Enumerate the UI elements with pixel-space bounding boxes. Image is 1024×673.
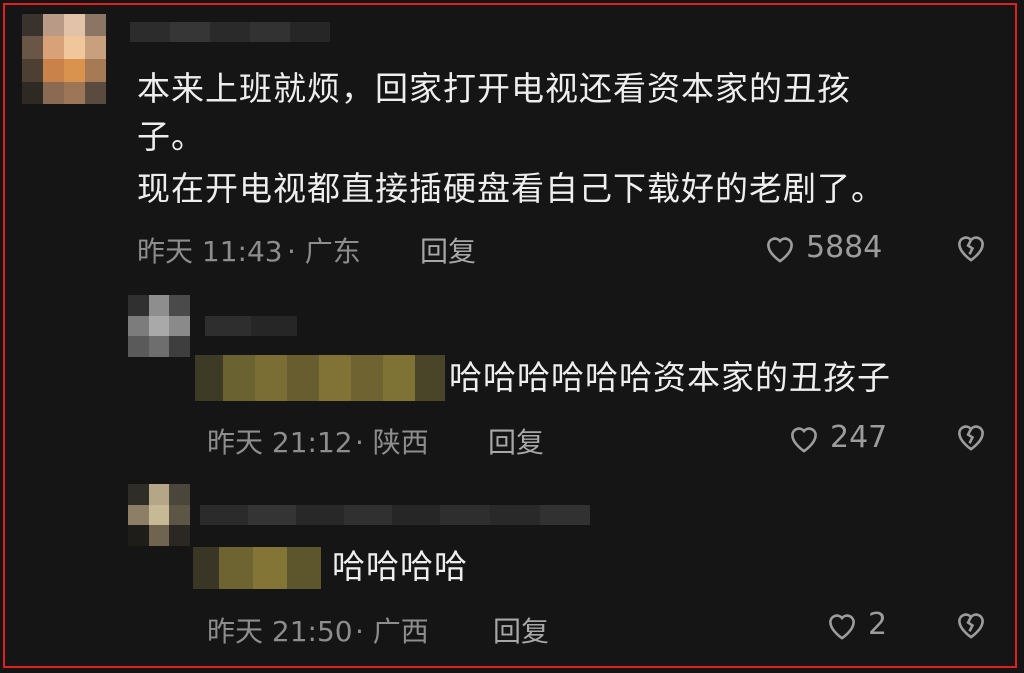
avatar[interactable]: [128, 484, 190, 546]
broken-heart-icon: [953, 420, 989, 452]
comment-location: · 广西: [355, 615, 429, 648]
like-button[interactable]: 2: [824, 607, 887, 642]
like-count: 2: [868, 607, 888, 642]
reply-to-mention-blurred[interactable]: [195, 355, 445, 401]
comment-text-line: 子。: [137, 117, 205, 156]
like-button[interactable]: 5884: [762, 230, 882, 265]
dislike-button[interactable]: [953, 608, 989, 640]
comment-time: 昨天 11:43: [137, 235, 283, 268]
comment-time: 昨天 21:12: [207, 426, 353, 459]
reply-to-mention-blurred[interactable]: [193, 547, 321, 589]
username-blurred[interactable]: [130, 22, 330, 42]
avatar[interactable]: [22, 14, 106, 104]
like-count: 5884: [806, 230, 883, 265]
reply-button[interactable]: 回复: [420, 230, 476, 270]
comment-location: · 广东: [287, 235, 361, 268]
comment-location: · 陕西: [355, 426, 429, 459]
heart-outline-icon: [786, 422, 822, 454]
username-blurred[interactable]: [200, 505, 590, 525]
comment-text-line: 现在开电视都直接插硬盘看自己下载好的老剧了。: [137, 169, 885, 208]
comment-text: 哈哈哈哈: [332, 547, 468, 586]
like-button[interactable]: 247: [786, 420, 887, 455]
reply-button[interactable]: 回复: [488, 421, 544, 461]
reply-button[interactable]: 回复: [493, 610, 549, 650]
comment-time: 昨天 21:50: [207, 615, 353, 648]
comment-text-line: 本来上班就烦，回家打开电视还看资本家的丑孩: [137, 69, 851, 108]
comment-text: 哈哈哈哈哈哈资本家的丑孩子: [449, 358, 891, 397]
dislike-button[interactable]: [953, 231, 989, 263]
like-count: 247: [830, 420, 888, 455]
broken-heart-icon: [953, 231, 989, 263]
heart-outline-icon: [824, 609, 860, 641]
dislike-button[interactable]: [953, 420, 989, 452]
heart-outline-icon: [762, 232, 798, 264]
avatar[interactable]: [128, 295, 190, 357]
broken-heart-icon: [953, 608, 989, 640]
username-blurred[interactable]: [205, 316, 297, 336]
